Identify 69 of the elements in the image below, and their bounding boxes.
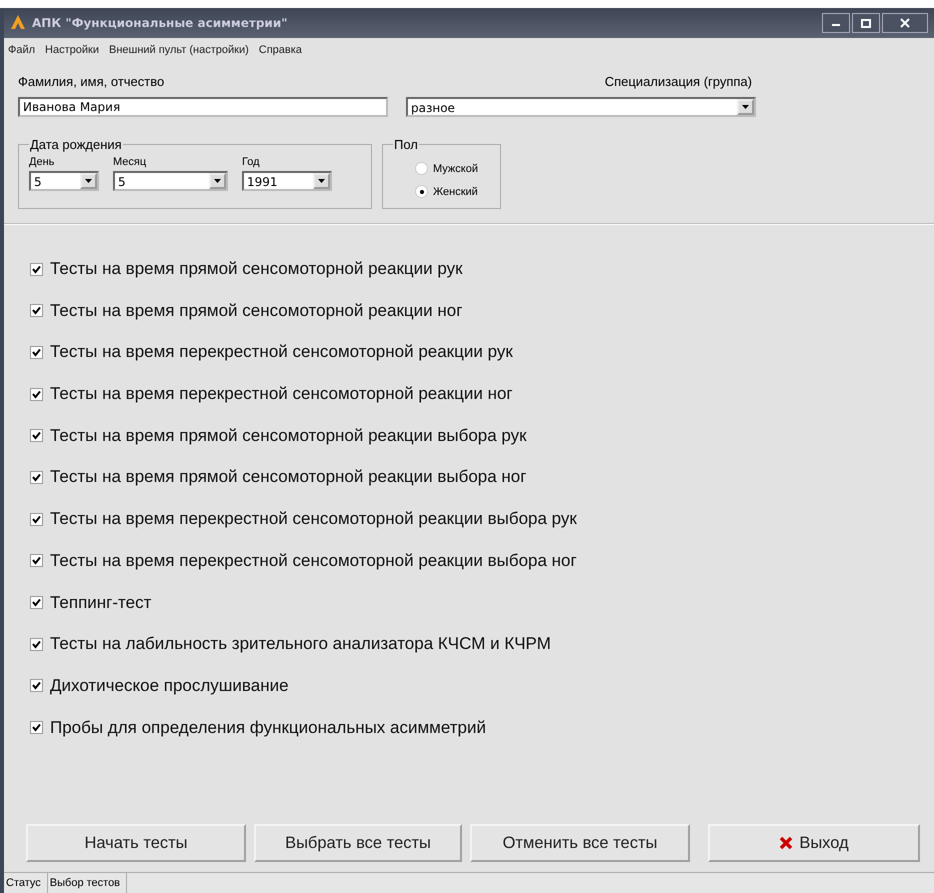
checkbox[interactable] <box>30 429 43 442</box>
field-label: Год <box>242 156 261 168</box>
field-label: Специализация (группа) <box>604 74 753 89</box>
checkbox-label: Дихотическое прослушивание <box>50 676 289 696</box>
close-button[interactable] <box>882 13 928 33</box>
menu-item[interactable]: Файл <box>8 44 36 56</box>
checkbox[interactable] <box>30 262 43 276</box>
caret-icon <box>85 179 92 183</box>
menu-item[interactable]: Справка <box>258 44 302 56</box>
dropdown-field[interactable]: 5 <box>113 171 228 191</box>
checkbox-label: Тесты на время перекрестной сенсомоторной реакции рук <box>50 342 513 362</box>
checkbox-label: Тесты на время прямой сенсомоторной реакции выбора ног <box>50 467 526 488</box>
combo-value: 5 <box>117 174 127 189</box>
checkbox[interactable] <box>30 638 43 651</box>
menu-item[interactable]: Внешний пульт (настройки) <box>108 44 249 56</box>
group-title: Дата рождения <box>29 137 123 152</box>
status-text: Выбор тестов <box>48 873 128 893</box>
combo-value: 1991 <box>246 174 279 189</box>
combo-value: разное <box>410 100 456 115</box>
action-button[interactable]: Выбрать все тесты <box>254 824 462 862</box>
checkbox[interactable] <box>30 470 43 484</box>
checkbox-label: Тесты на время перекрестной сенсомоторной реакции выбора рук <box>50 509 577 530</box>
dropdown-field[interactable]: 1991 <box>242 171 332 191</box>
caret-icon <box>318 179 325 183</box>
checkbox-label: Тесты на лабильность зрительного анализатора КЧСМ и КЧРМ <box>50 634 551 654</box>
checkbox-label: Теппинг-тест <box>50 592 152 612</box>
radio-label: Мужской <box>433 162 478 174</box>
checkbox-label: Тесты на время прямой сенсомоторной реакции выбора рук <box>50 426 527 446</box>
radio-button[interactable] <box>415 185 428 198</box>
status-text: Статус <box>4 873 48 893</box>
checkbox[interactable] <box>30 721 43 734</box>
dropdown-field[interactable]: 5 <box>29 171 99 191</box>
caret-icon <box>214 179 221 183</box>
caret-icon <box>742 105 749 109</box>
checkbox-label: Тесты на время перекрестной сенсомоторной реакции выбора ног <box>50 550 577 571</box>
checkbox-label: Тесты на время перекрестной сенсомоторной реакции ног <box>50 384 513 404</box>
dropdown-button[interactable] <box>80 173 97 189</box>
field-label: Фамилия, имя, отчество <box>18 74 166 89</box>
checkbox[interactable] <box>30 304 43 318</box>
radio-label: Женский <box>433 186 478 198</box>
checkbox[interactable] <box>30 346 43 359</box>
dropdown-field[interactable]: разное <box>406 97 756 117</box>
window-title: АПК "Функциональные асимметрии" <box>32 16 288 30</box>
checkbox[interactable] <box>30 512 43 526</box>
checkbox[interactable] <box>30 554 43 568</box>
minimize-button[interactable] <box>822 13 850 33</box>
group-title: Пол <box>393 137 419 152</box>
combo-value: 5 <box>33 174 43 189</box>
name-field[interactable]: Иванова Мария <box>18 97 388 117</box>
dropdown-button[interactable] <box>313 173 330 189</box>
maximize-button[interactable] <box>852 13 880 33</box>
action-button[interactable]: Отменить все тесты <box>470 824 690 862</box>
checkbox[interactable] <box>30 388 43 401</box>
cross-icon <box>779 836 794 850</box>
maximize-icon <box>861 18 871 28</box>
checkbox-label: Тесты на время прямой сенсомоторной реакции рук <box>50 259 463 279</box>
radio-button[interactable] <box>415 162 428 175</box>
checkbox-label: Тесты на время прямой сенсомоторной реакции ног <box>50 300 462 321</box>
checkbox-label: Пробы для определения функциональных асимметрий <box>50 718 486 738</box>
field-label: Месяц <box>113 156 148 168</box>
menu-item[interactable]: Настройки <box>45 44 99 56</box>
close-icon <box>900 18 910 28</box>
dropdown-button[interactable] <box>209 173 226 189</box>
field-label: День <box>29 156 56 168</box>
checkbox[interactable] <box>30 596 43 609</box>
exit-button[interactable]: Выход <box>708 824 920 862</box>
checkbox[interactable] <box>30 679 43 692</box>
action-button[interactable]: Начать тесты <box>26 824 246 862</box>
dropdown-button[interactable] <box>737 99 754 115</box>
